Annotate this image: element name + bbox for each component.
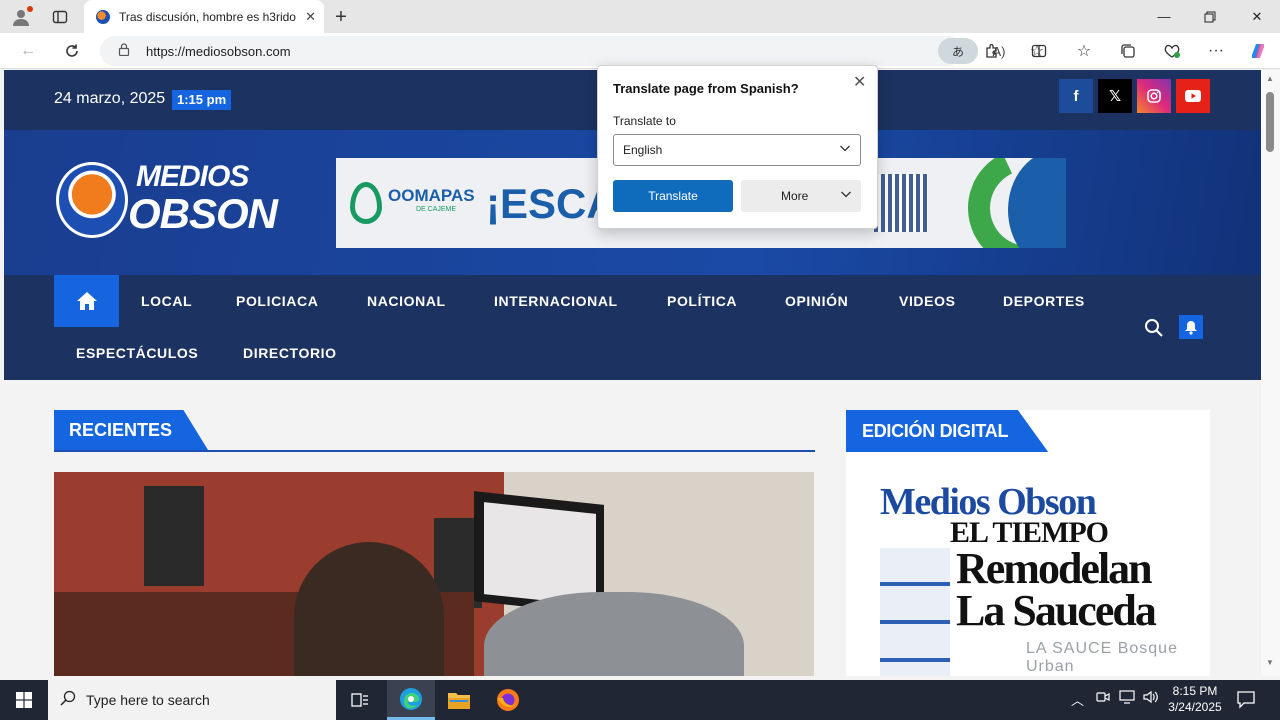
scroll-down-icon[interactable]: ▼ xyxy=(1266,658,1274,667)
paper-headline-line2: La Sauceda xyxy=(956,586,1157,635)
clock-date: 3/24/2025 xyxy=(1168,700,1222,714)
show-hidden-icons-icon[interactable]: ︿ xyxy=(1071,690,1084,709)
featured-article-image[interactable] xyxy=(54,472,814,676)
search-icon[interactable] xyxy=(1144,318,1166,340)
taskbar-clock[interactable]: 8:15 PM 3/24/2025 xyxy=(1160,683,1230,715)
page-scrollbar[interactable]: ▲ ▼ xyxy=(1261,70,1280,676)
scroll-thumb[interactable] xyxy=(1266,92,1274,152)
scroll-up-icon[interactable]: ▲ xyxy=(1266,74,1274,83)
translate-glyph: あ xyxy=(951,44,964,59)
water-drop-icon xyxy=(350,182,382,224)
medios-obson-logo[interactable]: MEDIOS OBSON xyxy=(56,160,278,242)
volume-icon[interactable] xyxy=(1143,690,1159,707)
selected-language: English xyxy=(623,143,663,157)
tab-title: Tras discusión, hombre es h3rido xyxy=(119,9,296,24)
more-button[interactable]: More xyxy=(741,180,861,212)
file-explorer-icon[interactable] xyxy=(435,680,483,720)
meet-now-icon[interactable] xyxy=(1096,690,1110,707)
task-view-icon[interactable] xyxy=(336,680,384,720)
translate-icon[interactable]: あ xyxy=(938,38,978,64)
site-date: 24 marzo, 2025 xyxy=(54,90,166,107)
logo-text-line1: MEDIOS xyxy=(136,160,249,193)
notification-bell-icon[interactable] xyxy=(1179,315,1203,339)
chevron-down-icon xyxy=(839,142,851,157)
address-bar[interactable]: https://mediosobson.com あ A) ☆ xyxy=(100,36,1044,66)
x-icon[interactable]: 𝕏 xyxy=(1098,79,1132,113)
edge-app-icon[interactable] xyxy=(387,680,435,720)
translate-button[interactable]: Translate xyxy=(613,180,733,212)
translate-popup: Translate page from Spanish? ✕ Translate… xyxy=(597,65,878,229)
chevron-down-icon xyxy=(840,188,852,203)
network-icon[interactable] xyxy=(1119,690,1135,707)
browser-essentials-icon[interactable] xyxy=(1158,37,1186,65)
nav-videos[interactable]: VIDEOS xyxy=(899,293,956,309)
recent-heading: RECIENTES xyxy=(54,410,209,450)
paper-columnists-strip xyxy=(880,548,950,676)
nav-directorio[interactable]: DIRECTORIO xyxy=(243,345,337,361)
instagram-icon[interactable] xyxy=(1137,79,1171,113)
nav-politica[interactable]: POLÍTICA xyxy=(667,293,737,309)
firefox-icon[interactable] xyxy=(484,680,532,720)
window-close-icon[interactable]: ✕ xyxy=(1234,0,1280,33)
nav-local[interactable]: LOCAL xyxy=(141,293,192,309)
favorites-icon[interactable]: ☆ xyxy=(1070,37,1098,65)
windows-taskbar: Type here to search ︿ 8:15 PM 3/24/2025 xyxy=(0,680,1280,720)
youtube-icon[interactable] xyxy=(1176,79,1210,113)
nav-opinion[interactable]: OPINIÓN xyxy=(785,293,848,309)
active-tab[interactable]: Tras discusión, hombre es h3rido ✕ xyxy=(84,0,324,33)
nav-internacional[interactable]: INTERNACIONAL xyxy=(494,293,618,309)
digital-edition-heading: EDICIÓN DIGITAL xyxy=(846,410,1049,452)
lock-icon[interactable] xyxy=(118,43,130,59)
minimize-icon[interactable]: — xyxy=(1141,0,1187,33)
refresh-icon[interactable] xyxy=(58,37,86,65)
browser-toolbar: ← https://mediosobson.com あ A) ☆ ☆ ··· xyxy=(0,33,1280,69)
translate-popup-title: Translate page from Spanish? xyxy=(613,81,799,96)
logo-text-line2: OBSON xyxy=(128,190,278,237)
paper-subtext: LA SAUCE Bosque Urban xyxy=(1026,640,1178,675)
split-screen-icon[interactable] xyxy=(1025,37,1053,65)
extensions-icon[interactable] xyxy=(978,37,1006,65)
search-icon xyxy=(60,690,76,711)
back-arrow-icon[interactable]: ← xyxy=(14,37,42,65)
paper-headline: Remodelan La Sauceda xyxy=(956,544,1157,635)
more-button-label: More xyxy=(781,189,809,203)
browser-tab-bar: Tras discusión, hombre es h3rido ✕ + — ✕ xyxy=(0,0,1280,33)
more-options-icon[interactable]: ··· xyxy=(1202,37,1230,65)
nav-nacional[interactable]: NACIONAL xyxy=(367,293,446,309)
profile-avatar-icon[interactable] xyxy=(8,4,34,30)
language-select[interactable]: English xyxy=(613,134,861,166)
main-navigation: LOCAL POLICIACA NACIONAL INTERNACIONAL P… xyxy=(4,275,1261,380)
tab-close-icon[interactable]: ✕ xyxy=(305,9,316,25)
nav-espectaculos[interactable]: ESPECTÁCULOS xyxy=(76,345,198,361)
notification-center-icon[interactable] xyxy=(1236,689,1258,711)
site-time-badge: 1:15 pm xyxy=(172,90,232,110)
translate-to-label: Translate to xyxy=(613,114,676,128)
nav-deportes[interactable]: DEPORTES xyxy=(1003,293,1085,309)
tab-actions-icon[interactable] xyxy=(47,4,73,30)
taskbar-search-box[interactable]: Type here to search xyxy=(48,680,336,720)
facebook-icon[interactable]: f xyxy=(1059,79,1093,113)
new-tab-icon[interactable]: + xyxy=(328,4,354,30)
paper-headline-line1: Remodelan xyxy=(956,544,1153,593)
banner-brand: OOMAPAS xyxy=(388,186,475,205)
restore-icon[interactable] xyxy=(1187,0,1233,33)
banner-brand-sub: DE CAJEME xyxy=(416,206,457,213)
owl-logo-icon xyxy=(56,162,128,238)
collections-icon[interactable] xyxy=(1114,37,1142,65)
clock-time: 8:15 PM xyxy=(1172,684,1218,698)
popup-close-icon[interactable]: ✕ xyxy=(853,72,866,92)
copilot-icon[interactable] xyxy=(1244,37,1272,65)
site-favicon-icon xyxy=(96,9,110,24)
windows-start-icon[interactable] xyxy=(0,680,48,720)
digital-edition-widget[interactable]: EDICIÓN DIGITAL Medios Obson EL TIEMPO R… xyxy=(846,410,1210,676)
qr-code-icon xyxy=(874,174,928,232)
taskbar-search-placeholder: Type here to search xyxy=(86,692,210,708)
home-icon[interactable] xyxy=(54,275,119,327)
nav-policiaca[interactable]: POLICIACA xyxy=(236,293,318,309)
recent-section-header: RECIENTES xyxy=(54,410,815,452)
url-text: https://mediosobson.com xyxy=(146,43,291,59)
